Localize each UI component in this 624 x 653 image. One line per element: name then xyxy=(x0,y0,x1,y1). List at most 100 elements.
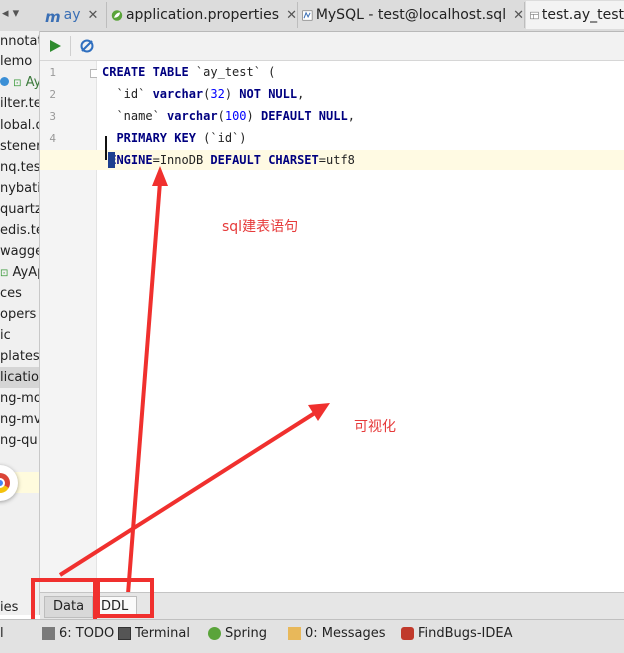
terminal-label: Terminal xyxy=(135,626,190,641)
code-token: DEFAULT NULL xyxy=(260,109,348,123)
tab-application-properties-close-icon[interactable]: ✕ xyxy=(286,8,297,23)
code-token: varchar xyxy=(167,109,218,123)
annotation-visual-label: 可视化 xyxy=(354,419,396,435)
findbugs-bug-icon xyxy=(401,627,414,640)
java-class-icon: m xyxy=(45,7,61,26)
tab-ay-close-icon[interactable]: ✕ xyxy=(88,8,99,23)
editor-tab-bar: ◂ ▾ m ay ✕ application.properties ✕ MySQ… xyxy=(0,0,624,32)
code-token: (`id`) xyxy=(195,131,247,145)
text-cursor xyxy=(108,152,115,168)
project-tree-item[interactable]: ic xyxy=(0,325,11,346)
code-token: ) xyxy=(246,109,261,123)
code-token: varchar xyxy=(152,87,204,101)
module-icon xyxy=(0,77,9,86)
code-token: `name` xyxy=(102,109,168,123)
project-tree-item[interactable]: plates xyxy=(0,346,39,367)
project-tree-item-label: AyAp xyxy=(12,265,39,280)
project-tree-panel: nnotat lemo ⊡ Ay ilter.te lobal.d stener… xyxy=(0,31,40,615)
code-token: DEFAULT CHARSET xyxy=(210,153,319,167)
code-line: `name` varchar(100) DEFAULT NULL, xyxy=(102,107,355,125)
tab-ay[interactable]: m ay ✕ xyxy=(41,2,107,28)
chrome-browser-icon[interactable] xyxy=(0,465,18,501)
code-token: CREATE TABLE xyxy=(102,65,196,79)
todo-tool-button[interactable]: 6: TODO xyxy=(42,626,114,641)
mouse-ibeam-cursor xyxy=(105,136,107,160)
line-number: 4 xyxy=(49,132,56,145)
line-number: 1 xyxy=(49,66,56,79)
code-token: `id` xyxy=(102,87,153,101)
tool-window-bar: 6: TODO Terminal Spring 0: Messages Find… xyxy=(0,619,624,653)
code-token: , xyxy=(347,109,355,123)
project-tree-item[interactable]: ⊡ Ay xyxy=(0,72,40,93)
code-token: ) xyxy=(224,87,240,101)
table-editor-toolbar xyxy=(40,32,624,61)
run-icon[interactable] xyxy=(48,39,62,53)
line-number: 3 xyxy=(49,110,56,123)
findbugs-label: FindBugs-IDEA xyxy=(418,626,513,641)
project-tree-item[interactable]: ilter.te xyxy=(0,93,39,114)
code-line: PRIMARY KEY (`id`) xyxy=(102,129,247,147)
code-token: PRIMARY KEY xyxy=(116,131,196,145)
terminal-icon xyxy=(118,627,131,640)
tab-mysql-console[interactable]: MySQL - test@localhost.sql ✕ xyxy=(298,2,525,28)
spring-label: Spring xyxy=(225,626,267,641)
tab-application-properties-label: application.properties xyxy=(125,7,280,23)
code-token: ENGINE xyxy=(109,153,153,167)
project-tree-item[interactable]: ng-qu xyxy=(0,430,38,451)
code-line: CREATE TABLE `ay_test` ( xyxy=(102,63,275,81)
project-tree-item[interactable]: lemo xyxy=(0,51,32,72)
project-tree-item[interactable]: nybatis xyxy=(0,178,39,199)
project-tree-item[interactable]: ⊡ AyAp xyxy=(0,262,39,283)
code-line: `id` varchar(32) NOT NULL, xyxy=(102,85,304,103)
toolbar-divider xyxy=(70,36,71,56)
tab-application-properties[interactable]: application.properties ✕ xyxy=(107,2,298,28)
refresh-icon[interactable] xyxy=(79,38,95,54)
highlight-box-ddl xyxy=(96,578,154,618)
findbugs-tool-button[interactable]: FindBugs-IDEA xyxy=(401,626,512,641)
todo-label: 6: TODO xyxy=(59,626,115,641)
project-tree-item[interactable]: ies xyxy=(0,597,18,615)
tab-mysql-console-close-icon[interactable]: ✕ xyxy=(513,8,524,23)
tab-mysql-console-label: MySQL - test@localhost.sql xyxy=(315,7,507,23)
project-tree-item-label: Ay xyxy=(25,75,40,90)
editor-gutter: 1 2 3 4 5 xyxy=(40,61,99,592)
project-tree-item-selected[interactable]: lication xyxy=(0,367,39,388)
line-number: 2 xyxy=(49,88,56,101)
project-tree-item[interactable]: edis.te xyxy=(0,220,39,241)
lock-icon: ⊡ xyxy=(13,78,22,89)
code-token: `ay_test` ( xyxy=(195,65,276,79)
tab-ay-label: ay xyxy=(63,7,81,23)
project-tree-item[interactable]: ng-mv xyxy=(0,409,39,430)
messages-label: 0: Messages xyxy=(305,626,386,641)
tab-scroll-left-icon[interactable]: ◂ ▾ xyxy=(2,6,19,21)
project-tree-item[interactable]: l xyxy=(0,626,4,641)
code-line: ENGINE=InnoDB DEFAULT CHARSET=utf8 xyxy=(102,151,355,169)
project-tree-item[interactable]: quartz.t xyxy=(0,199,39,220)
code-token: NOT NULL xyxy=(239,87,298,101)
messages-icon xyxy=(288,627,301,640)
project-tree-item[interactable]: nnotat xyxy=(0,31,39,52)
sql-file-icon xyxy=(302,9,313,21)
code-token: =utf8 xyxy=(318,153,355,167)
spring-icon xyxy=(208,627,221,640)
table-icon xyxy=(530,11,539,19)
tab-table-ay-test[interactable]: test.ay_test xyxy=(526,1,624,29)
lock-icon: ⊡ xyxy=(0,268,9,279)
terminal-tool-button[interactable]: Terminal xyxy=(118,626,190,641)
project-tree-item[interactable]: opers xyxy=(0,304,36,325)
code-token: =InnoDB xyxy=(152,153,211,167)
code-token: 100 xyxy=(224,109,247,123)
code-token: 32 xyxy=(210,87,225,101)
messages-tool-button[interactable]: 0: Messages xyxy=(288,626,386,641)
project-tree-item[interactable]: lobal.d xyxy=(0,115,39,136)
annotation-sql-label: sql建表语句 xyxy=(222,219,299,235)
project-tree-item[interactable]: wagge xyxy=(0,241,39,262)
code-token: ( xyxy=(217,109,225,123)
project-tree-item[interactable]: ces xyxy=(0,283,22,304)
spring-tool-button[interactable]: Spring xyxy=(208,626,267,641)
spring-leaf-icon xyxy=(111,9,123,21)
project-tree-item[interactable]: stener xyxy=(0,136,39,157)
tab-table-ay-test-label: test.ay_test xyxy=(541,7,624,23)
project-tree-item[interactable]: nq.test xyxy=(0,157,39,178)
project-tree-item[interactable]: ng-mo xyxy=(0,388,39,409)
